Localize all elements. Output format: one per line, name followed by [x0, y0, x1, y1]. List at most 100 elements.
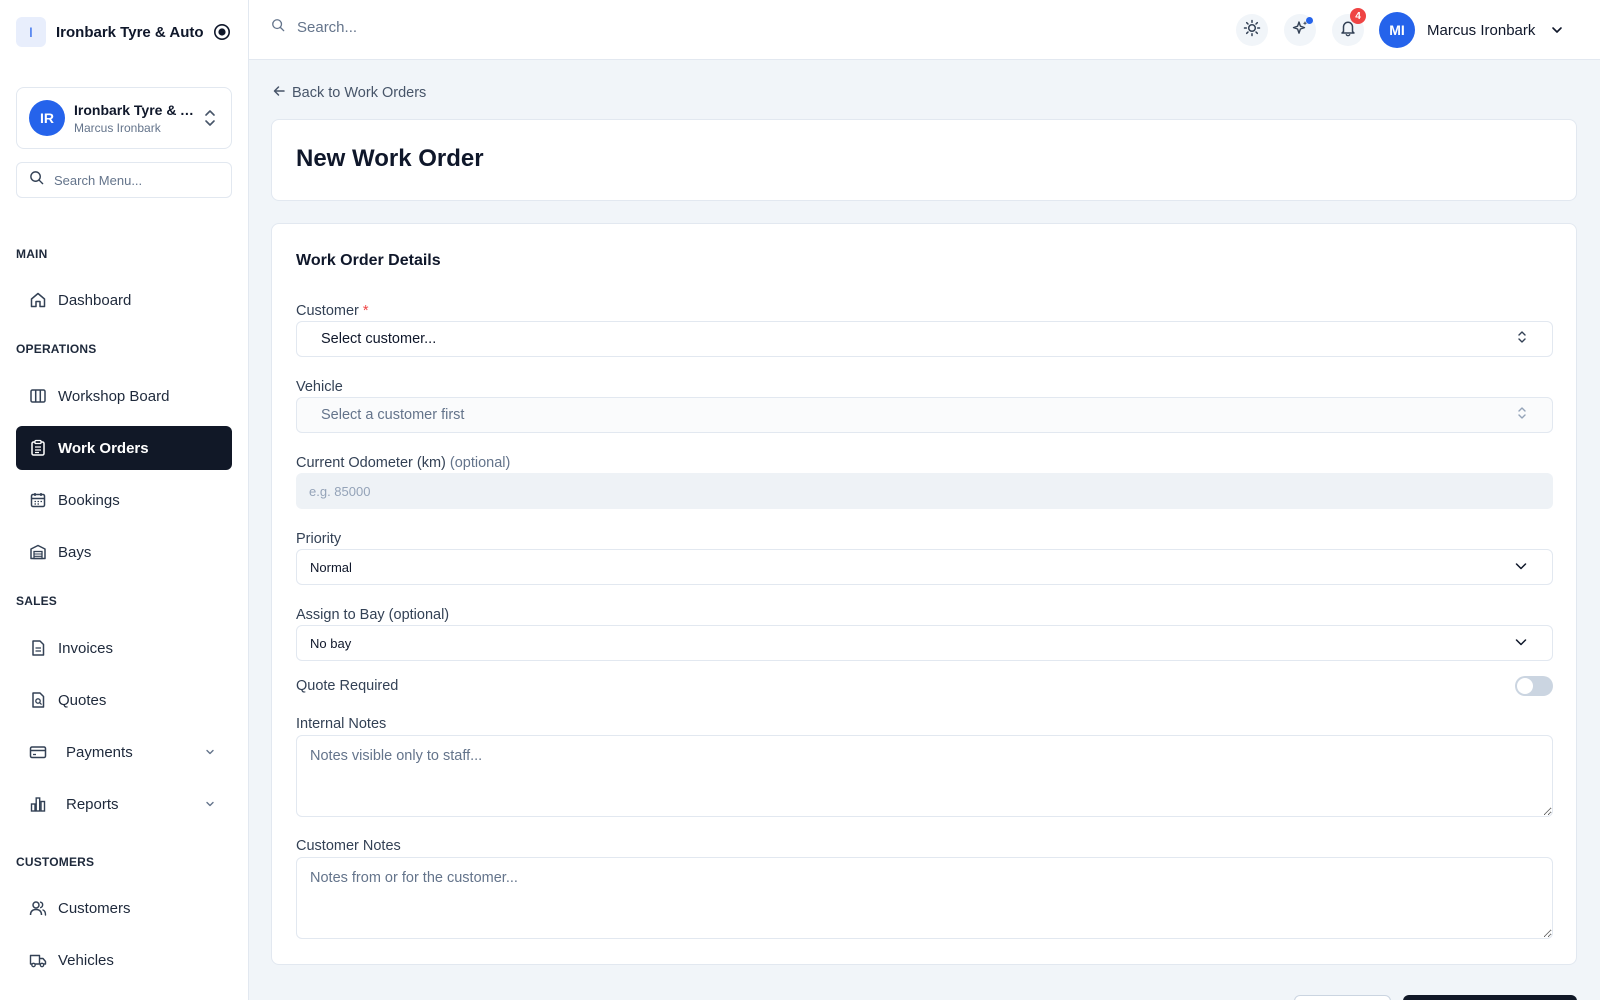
sidebar-item-label: Vehicles [58, 951, 114, 969]
customer-label: Customer * [296, 303, 369, 319]
sidebar-item-label: Bookings [58, 491, 120, 509]
notifications-button[interactable]: 4 [1332, 8, 1366, 46]
clipboard-list-icon [29, 439, 47, 457]
sidebar-item-vehicles[interactable]: Vehicles [16, 938, 232, 982]
columns-icon [29, 387, 47, 405]
vehicle-label: Vehicle [296, 379, 343, 395]
chevron-down-icon [1549, 22, 1565, 38]
bar-chart-icon [29, 795, 47, 813]
global-search[interactable] [271, 18, 597, 37]
internal-notes-label: Internal Notes [296, 716, 387, 732]
avatar: MI [1379, 12, 1415, 48]
file-search-icon [29, 691, 47, 709]
sidebar-item-bookings[interactable]: Bookings [16, 478, 232, 522]
sidebar-item-label: Quotes [58, 691, 107, 709]
warehouse-icon [29, 543, 47, 561]
chevron-down-icon [1514, 635, 1528, 652]
chevron-down-icon [202, 744, 218, 760]
sidebar-toggle-icon[interactable] [212, 22, 232, 42]
credit-card-icon [29, 743, 47, 761]
user-name: Marcus Ironbark [1427, 21, 1536, 39]
sidebar-item-quotes[interactable]: Quotes [16, 678, 232, 722]
chevrons-up-down-icon [1516, 329, 1528, 349]
top-bar: 4 MI Marcus Ironbark [249, 0, 1600, 60]
back-link-label: Back to Work Orders [292, 85, 427, 101]
sidebar-item-label: Work Orders [58, 439, 149, 457]
menu-search[interactable] [16, 162, 232, 198]
sidebar-item-label: Reports [66, 795, 119, 813]
quote-required-toggle[interactable] [1515, 676, 1553, 696]
sidebar-item-customers[interactable]: Customers [16, 886, 232, 930]
vehicle-select[interactable]: Select a customer first [296, 397, 1553, 433]
sidebar-item-workshop-board[interactable]: Workshop Board [16, 374, 232, 418]
org-avatar: IR [29, 100, 65, 136]
sidebar-item-label: Bays [58, 543, 92, 561]
bay-select-value: No bay [310, 635, 352, 651]
quote-required-label: Quote Required [296, 678, 399, 694]
customer-notes-label: Customer Notes [296, 838, 401, 854]
arrow-left-icon [272, 84, 286, 102]
toggle-knob [1517, 678, 1533, 694]
sidebar-item-label: Workshop Board [58, 387, 170, 405]
page-title: New Work Order [296, 145, 484, 172]
ai-assistant-button[interactable] [1284, 14, 1316, 46]
status-dot [1306, 17, 1313, 24]
sidebar-item-label: Payments [66, 743, 133, 761]
brand: I Ironbark Tyre & Auto [16, 16, 232, 48]
organization-switcher[interactable]: IR Ironbark Tyre & Auto Marcus Ironbark [16, 87, 232, 149]
home-icon [29, 291, 47, 309]
priority-select[interactable]: Normal [296, 549, 1553, 585]
bay-label: Assign to Bay (optional) [296, 607, 450, 623]
menu-search-input[interactable] [54, 172, 214, 188]
sidebar-item-label: Dashboard [58, 291, 132, 309]
priority-select-value: Normal [310, 559, 352, 575]
calendar-icon [29, 491, 47, 509]
chevron-down-icon [1514, 559, 1528, 576]
chevrons-up-down-icon [201, 107, 219, 129]
sidebar: I Ironbark Tyre & Auto IR Ironbark Tyre … [0, 0, 249, 1000]
priority-label: Priority [296, 531, 342, 547]
work-order-form: Work Order Details Customer * Select cust… [271, 223, 1577, 965]
brand-logo: I [16, 17, 46, 47]
brand-name: Ironbark Tyre & Auto [56, 23, 204, 41]
section-label-sales: SALES [16, 594, 58, 608]
back-to-work-orders-link[interactable]: Back to Work Orders [272, 84, 426, 102]
theme-toggle-button[interactable] [1236, 14, 1268, 46]
file-text-icon [29, 639, 47, 657]
org-user-name: Marcus Ironbark [74, 120, 161, 135]
odometer-label: Current Odometer (km) (optional) [296, 455, 511, 471]
chevrons-up-down-icon [1516, 405, 1528, 425]
sidebar-item-invoices[interactable]: Invoices [16, 626, 232, 670]
customer-select-value: Select customer... [321, 331, 437, 347]
global-search-input[interactable] [297, 19, 597, 36]
page-header-card: New Work Order [271, 119, 1577, 201]
sidebar-item-reports[interactable]: Reports [16, 782, 232, 826]
required-marker: * [362, 303, 369, 319]
internal-notes-textarea[interactable] [296, 735, 1553, 817]
section-title: Work Order Details [296, 252, 441, 269]
sidebar-item-label: Invoices [58, 639, 114, 657]
customer-select[interactable]: Select customer... [296, 321, 1553, 357]
users-icon [29, 899, 47, 917]
cancel-button[interactable] [1294, 995, 1391, 1000]
vehicle-select-value: Select a customer first [321, 407, 465, 423]
section-label-main: MAIN [16, 247, 48, 261]
chevron-down-icon [202, 796, 218, 812]
section-label-customers: CUSTOMERS [16, 855, 95, 869]
customer-notes-textarea[interactable] [296, 857, 1553, 939]
bay-select[interactable]: No bay [296, 625, 1553, 661]
search-icon [271, 18, 285, 37]
notification-count-badge: 4 [1350, 8, 1366, 24]
sun-icon [1243, 19, 1261, 42]
sidebar-item-work-orders[interactable]: Work Orders [16, 426, 232, 470]
sidebar-item-dashboard[interactable]: Dashboard [16, 278, 232, 322]
section-label-operations: OPERATIONS [16, 342, 97, 356]
odometer-input[interactable] [296, 473, 1553, 509]
sidebar-item-label: Customers [58, 899, 131, 917]
truck-icon [29, 951, 47, 969]
create-work-order-button[interactable] [1403, 995, 1577, 1000]
search-icon [29, 170, 44, 190]
sidebar-item-bays[interactable]: Bays [16, 530, 232, 574]
sidebar-item-payments[interactable]: Payments [16, 730, 232, 774]
user-menu[interactable]: MI Marcus Ironbark [1379, 12, 1565, 48]
